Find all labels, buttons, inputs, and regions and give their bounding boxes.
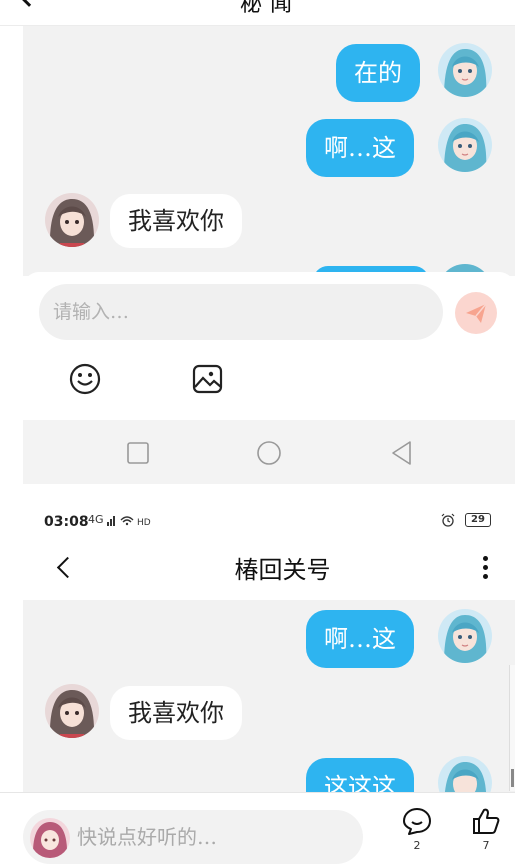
contact-avatar[interactable] (45, 684, 99, 738)
comment-counter[interactable]: 2 (397, 805, 437, 852)
my-avatar[interactable] (438, 756, 492, 792)
my-message-bubble[interactable]: 啊…这 (306, 610, 414, 668)
blue-hair-avatar-icon (438, 118, 492, 172)
comment-input-wrapper[interactable] (23, 810, 363, 864)
comment-bar: 2 7 (0, 792, 515, 865)
top-chat-header: 秘闻 (0, 0, 515, 26)
svg-text:HD: HD (137, 518, 151, 526)
chat-area[interactable]: 啊…这 我喜欢你 这这这 (23, 600, 515, 792)
alarm-clock-icon (441, 513, 455, 527)
back-arrow-icon[interactable] (19, 0, 39, 7)
dark-hair-avatar-icon (45, 193, 99, 247)
emoji-button[interactable] (68, 362, 102, 396)
more-options-icon[interactable] (480, 553, 490, 587)
scrollbar[interactable] (509, 665, 515, 791)
contact-message-bubble[interactable]: 我喜欢你 (110, 194, 242, 248)
blue-hair-avatar-icon (438, 43, 492, 97)
my-avatar[interactable] (438, 43, 492, 97)
like-counter[interactable]: 7 (466, 805, 506, 852)
message-composer (23, 272, 515, 420)
chat-title: 椿回关号 (234, 556, 331, 584)
blue-hair-avatar-icon (438, 609, 492, 663)
pink-hair-avatar-icon (30, 818, 70, 858)
network-label: 4G (88, 513, 104, 526)
user-avatar (30, 818, 70, 858)
top-chat-area[interactable]: 在的 啊…这 我喜欢你 (23, 26, 515, 276)
comment-count: 2 (413, 839, 421, 852)
comment-bubble-icon (403, 808, 431, 835)
comment-input[interactable] (77, 810, 357, 864)
my-avatar[interactable] (438, 118, 492, 172)
message-input-wrapper[interactable] (39, 284, 443, 340)
my-message-bubble[interactable]: 啊…这 (306, 119, 414, 177)
send-button[interactable] (455, 292, 497, 334)
circle-icon (257, 441, 281, 465)
home-button[interactable] (256, 440, 282, 466)
my-message-bubble[interactable]: 在的 (336, 44, 420, 102)
top-chat-title: 秘闻 (240, 0, 301, 17)
scrollbar-thumb[interactable] (511, 769, 514, 787)
thumbs-up-icon (473, 808, 500, 834)
status-time: 03:08 (44, 514, 89, 530)
screenshot-collage: 秘闻 在的 啊…这 我喜欢你 请输入… 03:08 4G HD 29 椿回关号 … (0, 0, 515, 865)
smiley-face-icon (69, 363, 101, 395)
image-button[interactable] (191, 362, 225, 396)
blue-hair-avatar-icon (438, 756, 492, 792)
contact-message-bubble[interactable]: 我喜欢你 (110, 686, 242, 740)
triangle-back-icon (392, 441, 411, 465)
back-button[interactable] (389, 440, 415, 466)
paper-plane-icon (466, 303, 487, 323)
android-navigation-bar (23, 420, 515, 484)
network-indicator: 4G HD (88, 513, 157, 528)
square-icon (127, 442, 149, 464)
battery-level: 29 (465, 512, 491, 527)
contact-avatar[interactable] (45, 193, 99, 247)
recents-button[interactable] (125, 440, 151, 466)
signal-wifi-icon: HD (107, 516, 151, 528)
my-avatar[interactable] (438, 609, 492, 663)
status-right: 29 (441, 512, 491, 527)
my-message-bubble[interactable]: 这这这 (306, 758, 414, 792)
dark-hair-avatar-icon (45, 684, 99, 738)
image-icon (192, 364, 223, 394)
message-input[interactable] (53, 284, 433, 340)
like-count: 7 (482, 839, 490, 852)
chat-header: 椿回关号 (0, 540, 515, 600)
